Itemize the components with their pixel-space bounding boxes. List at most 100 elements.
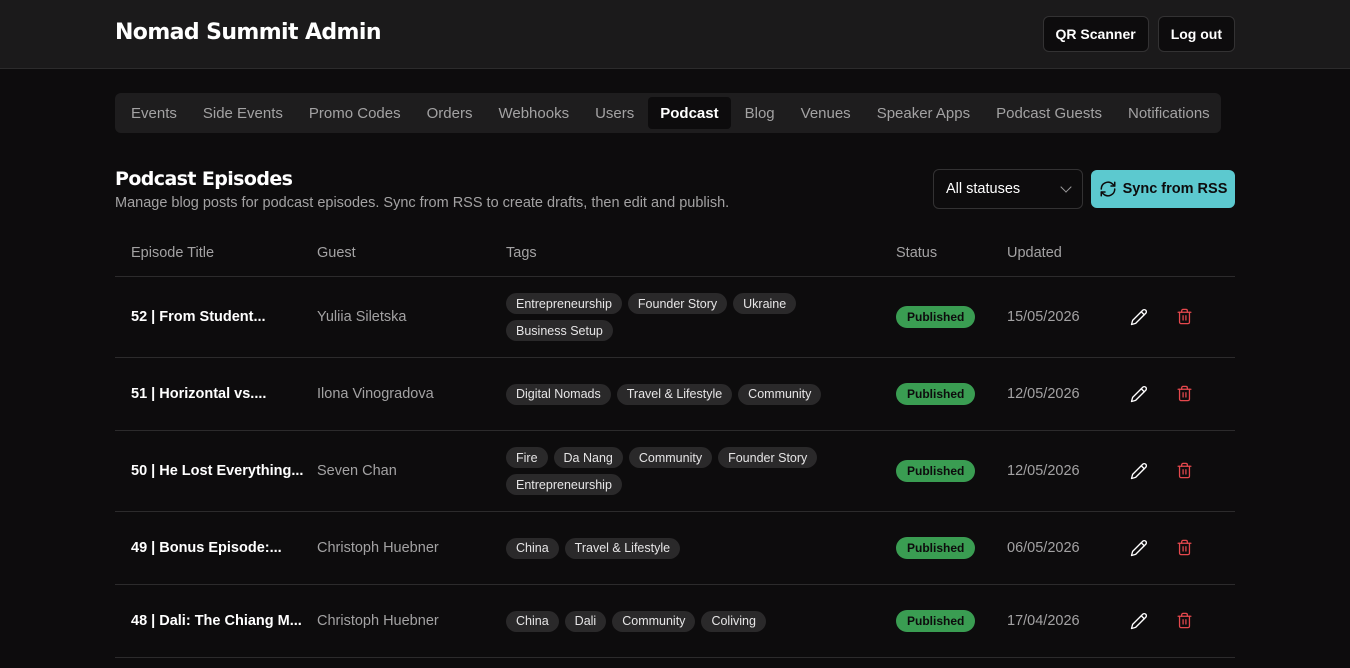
guest-name: Christoph Huebner: [317, 613, 439, 629]
tab-events[interactable]: Events: [119, 97, 189, 129]
col-updated[interactable]: Updated: [1007, 245, 1127, 261]
table-row: 50 | He Lost Everything... Seven Chan Fire…: [115, 431, 1235, 512]
episode-title: 50 | He Lost Everything...: [131, 463, 304, 479]
tag-chip: Dali: [564, 610, 607, 632]
episode-title: 49 | Bonus Episode:...: [131, 540, 282, 556]
status-cell: Published: [896, 383, 1007, 405]
updated-date: 12/05/2026: [1007, 463, 1080, 479]
row-actions: [1127, 462, 1194, 480]
tab-notifications[interactable]: Notifications: [1116, 97, 1222, 129]
delete-trash-icon[interactable]: [1176, 308, 1194, 326]
delete-trash-icon[interactable]: [1176, 462, 1194, 480]
updated-date: 06/05/2026: [1007, 540, 1080, 556]
top-bar: Nomad Summit Admin QR Scanner Log out: [0, 0, 1350, 69]
episode-title: 52 | From Student...: [131, 309, 266, 325]
episode-title: 51 | Horizontal vs....: [131, 386, 267, 402]
edit-pencil-icon[interactable]: [1130, 385, 1148, 403]
qr-scanner-button[interactable]: QR Scanner: [1042, 16, 1149, 52]
tag-chip: Founder Story: [627, 293, 728, 314]
tag-chip: Entrepreneurship: [506, 474, 622, 495]
status-cell: Published: [896, 610, 1007, 632]
edit-pencil-icon[interactable]: [1130, 308, 1148, 326]
page-title: Podcast Episodes: [115, 168, 293, 190]
tag-chip: China: [506, 537, 559, 559]
episode-title: 48 | Dali: The Chiang M...: [131, 613, 302, 629]
tag-chip: Ukraine: [733, 293, 797, 314]
tag-chip: Community: [628, 447, 713, 468]
tab-venues[interactable]: Venues: [789, 97, 863, 129]
tab-blog[interactable]: Blog: [733, 97, 787, 129]
tag-chip: Travel & Lifestyle: [616, 383, 733, 405]
tab-webhooks[interactable]: Webhooks: [486, 97, 581, 129]
row-actions: [1127, 308, 1194, 326]
tag-chip: Travel & Lifestyle: [564, 537, 681, 559]
table-row: 49 | Bonus Episode:... Christoph Huebner C…: [115, 512, 1235, 585]
col-episode-title[interactable]: Episode Title: [115, 245, 317, 261]
tags-cell: Fire Da Nang Community Founder Story Entrepr…: [506, 447, 896, 495]
tab-podcast[interactable]: Podcast: [648, 97, 731, 129]
tab-users[interactable]: Users: [583, 97, 646, 129]
tab-orders[interactable]: Orders: [415, 97, 485, 129]
tab-speaker-apps[interactable]: Speaker Apps: [865, 97, 982, 129]
status-badge: Published: [896, 610, 976, 632]
refresh-icon: [1100, 181, 1116, 197]
row-actions: [1127, 612, 1194, 630]
tags-cell: Entrepreneurship Founder Story Ukraine Busi…: [506, 293, 896, 341]
page-subtitle: Manage blog posts for podcast episodes. …: [115, 195, 730, 211]
edit-pencil-icon[interactable]: [1130, 539, 1148, 557]
tab-promo-codes[interactable]: Promo Codes: [297, 97, 413, 129]
guest-name: Christoph Huebner: [317, 540, 439, 556]
status-badge: Published: [896, 460, 976, 482]
tab-podcast-guests[interactable]: Podcast Guests: [984, 97, 1114, 129]
tag-chip: Digital Nomads: [506, 383, 611, 405]
guest-name: Seven Chan: [317, 463, 397, 479]
episodes-table: Episode Title Guest Tags Status Updated …: [115, 229, 1235, 658]
updated-date: 12/05/2026: [1007, 386, 1080, 402]
status-filter-select[interactable]: All statuses: [933, 169, 1083, 209]
delete-trash-icon[interactable]: [1176, 612, 1194, 630]
edit-pencil-icon[interactable]: [1130, 612, 1148, 630]
tags-cell: China Dali Community Coliving: [506, 610, 896, 632]
status-cell: Published: [896, 460, 1007, 482]
status-filter-value: All statuses: [946, 181, 1021, 197]
tab-side-events[interactable]: Side Events: [191, 97, 295, 129]
delete-trash-icon[interactable]: [1176, 539, 1194, 557]
status-cell: Published: [896, 306, 1007, 328]
col-guest[interactable]: Guest: [317, 245, 506, 261]
edit-pencil-icon[interactable]: [1130, 462, 1148, 480]
row-actions: [1127, 539, 1194, 557]
updated-date: 15/05/2026: [1007, 309, 1080, 325]
col-status[interactable]: Status: [896, 245, 1007, 261]
brand-title: Nomad Summit Admin: [115, 20, 381, 45]
chevron-down-icon: [1060, 181, 1072, 193]
top-actions: QR Scanner Log out: [1042, 16, 1235, 52]
nav-tabs: Events Side Events Promo Codes Orders Webhoo…: [115, 93, 1221, 133]
tag-chip: Coliving: [701, 610, 766, 632]
status-badge: Published: [896, 383, 976, 405]
row-actions: [1127, 385, 1194, 403]
status-cell: Published: [896, 537, 1007, 559]
guest-name: Yuliia Siletska: [317, 309, 407, 325]
guest-name: Ilona Vinogradova: [317, 386, 434, 402]
table-body: 52 | From Student... Yuliia Siletska Entre…: [115, 277, 1235, 658]
updated-date: 17/04/2026: [1007, 613, 1080, 629]
tag-chip: Entrepreneurship: [506, 293, 622, 314]
table-row: 52 | From Student... Yuliia Siletska Entre…: [115, 277, 1235, 358]
tags-cell: Digital Nomads Travel & Lifestyle Communit…: [506, 383, 896, 405]
tag-chip: Da Nang: [553, 447, 623, 468]
tags-cell: China Travel & Lifestyle: [506, 537, 896, 559]
tag-chip: Community: [738, 383, 822, 405]
table-row: 48 | Dali: The Chiang M... Christoph Hueb…: [115, 585, 1235, 658]
table-row: 51 | Horizontal vs.... Ilona Vinogradova D…: [115, 358, 1235, 431]
sync-rss-button[interactable]: Sync from RSS: [1091, 170, 1235, 208]
tag-chip: Fire: [506, 447, 548, 468]
col-tags[interactable]: Tags: [506, 245, 896, 261]
tag-chip: Community: [612, 610, 696, 632]
delete-trash-icon[interactable]: [1176, 385, 1194, 403]
status-badge: Published: [896, 537, 976, 559]
tag-chip: Business Setup: [506, 320, 613, 341]
sync-rss-label: Sync from RSS: [1122, 181, 1228, 197]
logout-button[interactable]: Log out: [1157, 16, 1235, 52]
tag-chip: Founder Story: [718, 447, 818, 468]
table-header: Episode Title Guest Tags Status Updated: [115, 229, 1235, 277]
